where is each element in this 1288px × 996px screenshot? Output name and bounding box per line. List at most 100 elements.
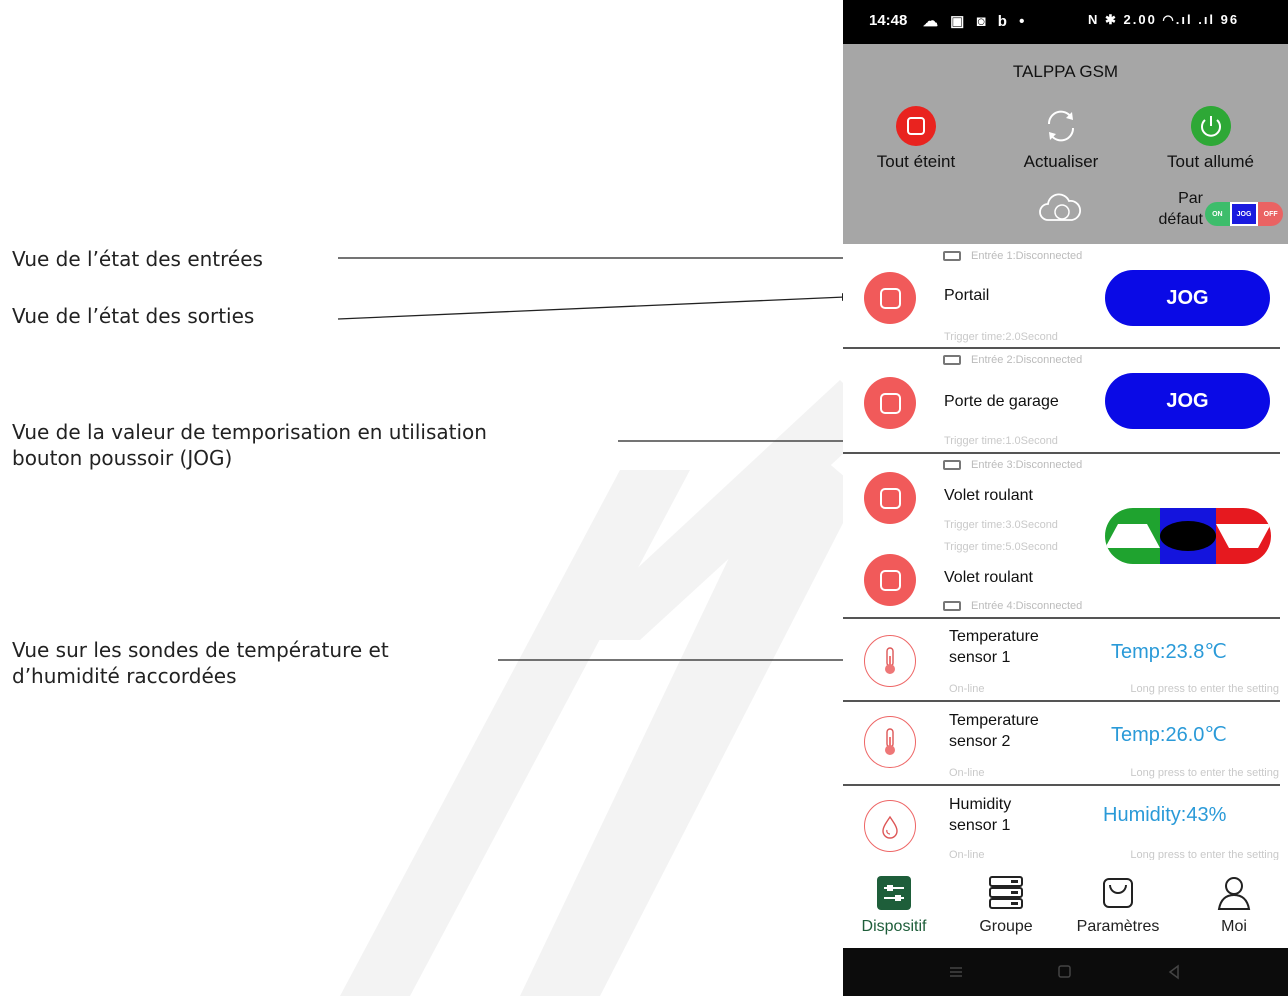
all-off-button[interactable]: Tout éteint — [861, 106, 971, 172]
nav-parametres[interactable]: Paramètres — [1063, 874, 1173, 936]
bottom-nav: Dispositif Groupe Paramètres Moi — [843, 860, 1288, 948]
home-icon[interactable] — [1058, 965, 1071, 978]
default-mode-switch[interactable]: ON JOG OFF — [1205, 202, 1283, 226]
nav-dispositif-label: Dispositif — [861, 918, 927, 935]
shutter-stop-button[interactable] — [1160, 508, 1216, 564]
row-divider — [843, 617, 1280, 619]
thermometer-icon — [864, 635, 916, 687]
shutter-up-button[interactable] — [1105, 508, 1161, 564]
system-nav-bar — [843, 948, 1288, 996]
nav-moi[interactable]: Moi — [1191, 874, 1277, 936]
sensor-1-status: On-line — [949, 683, 985, 695]
nav-moi-label: Moi — [1221, 918, 1247, 935]
status-system-icons: N ✱ 2.00 ◠.ıl .ıl 96 — [1088, 12, 1240, 27]
refresh-label: Actualiser — [1023, 152, 1099, 171]
output-1-name: Portail — [944, 287, 990, 304]
droplet-icon — [864, 800, 916, 852]
output-3-toggle[interactable] — [864, 472, 916, 524]
input-status-4: Entrée 4:Disconnected — [943, 600, 1082, 612]
status-bar: 14:48 ☁ ▣ ◙ b • N ✱ 2.00 ◠.ıl .ıl 96 — [843, 0, 1288, 44]
sensor-1-name-line2: sensor 1 — [949, 649, 1011, 666]
mode-jog-option[interactable]: JOG — [1229, 202, 1259, 226]
output-3-name: Volet roulant — [944, 487, 1033, 504]
sensor-2-name[interactable]: Temperature sensor 2 — [949, 710, 1039, 752]
all-on-label: Tout allumé — [1167, 152, 1254, 171]
output-4-name: Volet roulant — [944, 569, 1033, 586]
all-on-button[interactable]: Tout allumé — [1148, 106, 1273, 172]
nav-groupe-label: Groupe — [979, 918, 1033, 935]
default-label-line2: défaut — [1158, 211, 1203, 228]
row-divider — [843, 452, 1280, 454]
thermometer-icon — [864, 716, 916, 768]
app-title: TALPPA GSM — [1012, 62, 1119, 81]
back-icon[interactable] — [1168, 964, 1179, 980]
plug-icon — [943, 601, 961, 611]
power-off-icon — [896, 106, 936, 146]
menu-icon[interactable] — [950, 967, 962, 977]
default-mode-label: Par défaut — [1143, 188, 1203, 230]
mode-on-option[interactable]: ON — [1205, 202, 1230, 226]
sensor-1-value: Temp:23.8℃ — [1111, 641, 1227, 663]
row-divider — [843, 784, 1280, 786]
refresh-button[interactable]: Actualiser — [1006, 106, 1116, 172]
annotation-sensors-line2: d’humidité raccordées — [12, 664, 237, 688]
output-3-trigger-time: Trigger time:3.0Second — [944, 519, 1058, 531]
output-1-toggle[interactable] — [864, 272, 916, 324]
sensor-2-hint: Long press to enter the setting — [1130, 767, 1279, 779]
sensor-2-status: On-line — [949, 767, 985, 779]
stop-dot-icon — [1160, 521, 1216, 551]
arrow-up-icon — [1105, 524, 1161, 548]
sensor-3-value: Humidity:43% — [1103, 804, 1227, 826]
sensor-2-name-line1: Temperature — [949, 712, 1039, 729]
plug-icon — [943, 355, 961, 365]
plug-icon — [943, 460, 961, 470]
user-icon — [1217, 877, 1251, 910]
sliders-icon — [877, 876, 911, 910]
control-header: TALPPA GSM Tout éteint Actualiser Tout a… — [843, 44, 1288, 244]
shutter-down-button[interactable] — [1215, 508, 1271, 564]
row-divider — [843, 700, 1280, 702]
annotation-sensors-line1: Vue sur les sondes de température et — [12, 638, 389, 662]
sensor-1-name[interactable]: Temperature sensor 1 — [949, 626, 1039, 668]
sensor-1-hint: Long press to enter the setting — [1130, 683, 1279, 695]
input-status-4-label: Entrée 4:Disconnected — [971, 600, 1083, 612]
mode-off-option[interactable]: OFF — [1258, 202, 1283, 226]
bag-icon — [1103, 878, 1133, 908]
default-label-line1: Par — [1178, 190, 1203, 207]
sensor-2-name-line2: sensor 2 — [949, 733, 1011, 750]
input-status-3: Entrée 3:Disconnected — [943, 459, 1082, 471]
input-status-2-label: Entrée 2:Disconnected — [971, 354, 1083, 366]
annotation-inputs: Vue de l’état des entrées — [12, 247, 263, 271]
all-off-label: Tout éteint — [876, 152, 956, 171]
output-4-toggle[interactable] — [864, 554, 916, 606]
annotation-timer-line1: Vue de la valeur de temporisation en uti… — [12, 420, 487, 444]
output-1-trigger-time: Trigger time:2.0Second — [944, 331, 1058, 343]
sensor-1-name-line1: Temperature — [949, 628, 1039, 645]
arrow-down-icon — [1215, 524, 1271, 548]
status-notification-icons: ☁ ▣ ◙ b • — [923, 13, 1029, 30]
sensor-2-value: Temp:26.0℃ — [1111, 724, 1227, 746]
shutter-control — [1105, 508, 1271, 564]
output-2-toggle[interactable] — [864, 377, 916, 429]
input-status-3-label: Entrée 3:Disconnected — [971, 459, 1083, 471]
output-2-name: Porte de garage — [944, 393, 1059, 410]
cloud-icon[interactable] — [1038, 190, 1082, 226]
nav-parametres-label: Paramètres — [1076, 918, 1160, 935]
status-time: 14:48 — [869, 12, 908, 29]
plug-icon — [943, 251, 961, 261]
sensor-3-name-line1: Humidity — [949, 796, 1012, 813]
server-stack-icon — [989, 876, 1023, 909]
output-4-trigger-time: Trigger time:5.0Second — [944, 541, 1058, 553]
annotation-timer-line2: bouton poussoir (JOG) — [12, 446, 233, 470]
refresh-icon — [1047, 110, 1075, 142]
input-status-2: Entrée 2:Disconnected — [943, 354, 1082, 366]
output-1-jog-button[interactable]: JOG — [1105, 270, 1270, 326]
row-divider — [843, 347, 1280, 349]
output-2-jog-button[interactable]: JOG — [1105, 373, 1270, 429]
sensor-3-name-line2: sensor 1 — [949, 817, 1011, 834]
nav-dispositif[interactable]: Dispositif — [851, 874, 937, 936]
output-2-trigger-time: Trigger time:1.0Second — [944, 435, 1058, 447]
phone-screen: 14:48 ☁ ▣ ◙ b • N ✱ 2.00 ◠.ıl .ıl 96 TAL… — [843, 0, 1288, 996]
nav-groupe[interactable]: Groupe — [963, 874, 1049, 936]
sensor-3-name[interactable]: Humidity sensor 1 — [949, 794, 1011, 836]
